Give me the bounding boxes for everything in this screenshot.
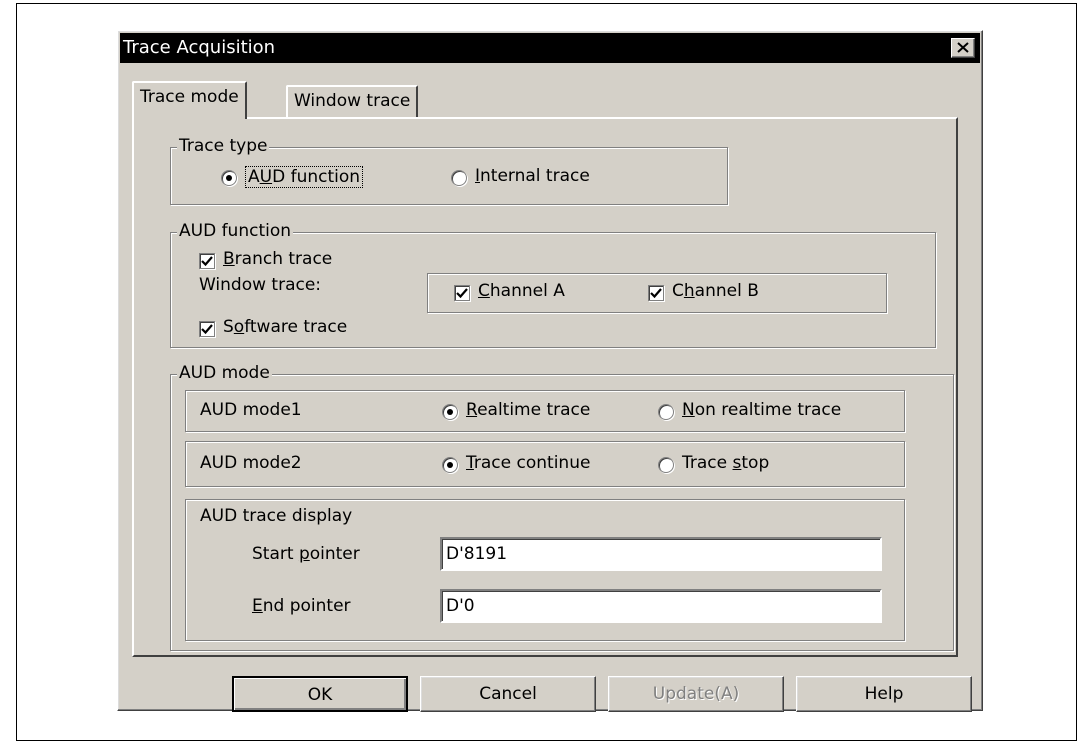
checkmark-icon	[456, 288, 468, 299]
end-pointer-input[interactable]: D'0	[440, 589, 882, 623]
non-realtime-trace-label[interactable]: Non realtime trace	[682, 400, 841, 420]
non-realtime-trace-radio[interactable]	[658, 404, 674, 420]
cancel-button[interactable]: Cancel	[420, 676, 596, 712]
checkmark-icon	[650, 288, 662, 299]
checkmark-icon	[201, 324, 213, 335]
aud-trace-display-group: AUD trace display Start pointer D'8191 E…	[185, 499, 905, 641]
realtime-trace-label[interactable]: Realtime trace	[466, 400, 590, 420]
ok-button-label: OK	[307, 685, 333, 705]
aud-mode2-group: AUD mode2 Trace continue Trace stop	[185, 441, 905, 487]
branch-trace-checkbox[interactable]	[199, 253, 215, 269]
realtime-trace-radio[interactable]	[442, 404, 458, 420]
ok-button[interactable]: OK	[232, 676, 408, 712]
update-button[interactable]: Update(A)	[608, 676, 784, 712]
tab-window-trace[interactable]: Window trace	[286, 85, 419, 117]
cancel-button-label: Cancel	[479, 684, 537, 704]
aud-mode1-group: AUD mode1 Realtime trace Non realtime tr…	[185, 390, 905, 432]
channel-group: Channel A Channel B	[427, 273, 887, 313]
aud-mode2-label: AUD mode2	[200, 453, 302, 473]
internal-trace-radio[interactable]	[451, 170, 467, 186]
close-button[interactable]	[951, 38, 975, 58]
aud-function-radio-label[interactable]: AUD function	[245, 166, 364, 188]
help-button[interactable]: Help	[796, 676, 972, 712]
channel-b-checkbox[interactable]	[648, 285, 664, 301]
trace-stop-radio[interactable]	[658, 457, 674, 473]
window-title: Trace Acquisition	[123, 37, 276, 58]
trace-type-group: Trace type AUD function Internal trace	[170, 136, 728, 205]
internal-trace-radio-label[interactable]: Internal trace	[475, 166, 590, 186]
aud-function-radio[interactable]	[221, 170, 237, 186]
start-pointer-input[interactable]: D'8191	[440, 537, 882, 571]
aud-mode-legend: AUD mode	[177, 363, 272, 383]
title-bar[interactable]: Trace Acquisition	[120, 33, 980, 63]
help-button-label: Help	[864, 684, 904, 704]
end-pointer-label: End pointer	[252, 596, 351, 616]
trace-type-legend: Trace type	[177, 136, 270, 156]
trace-stop-label[interactable]: Trace stop	[682, 453, 769, 473]
update-button-label: Update(A)	[652, 684, 740, 704]
trace-continue-label[interactable]: Trace continue	[466, 453, 590, 473]
checkmark-icon	[201, 256, 213, 267]
tab-label: Window trace	[294, 91, 411, 111]
channel-b-label[interactable]: Channel B	[672, 281, 759, 301]
trace-continue-radio[interactable]	[442, 457, 458, 473]
aud-function-legend: AUD function	[177, 221, 294, 241]
channel-a-label[interactable]: Channel A	[478, 281, 565, 301]
software-trace-label[interactable]: Software trace	[223, 317, 347, 337]
trace-acquisition-dialog: Trace Acquisition Trace mode Window trac…	[117, 30, 983, 712]
aud-mode1-label: AUD mode1	[200, 400, 302, 420]
tab-panel: Trace type AUD function Internal trace A…	[132, 117, 958, 657]
aud-trace-display-label: AUD trace display	[200, 506, 353, 526]
aud-mode-group: AUD mode AUD mode1 Realtime trace Non re…	[170, 363, 954, 651]
tab-trace-mode[interactable]: Trace mode	[132, 81, 247, 119]
tab-label: Trace mode	[140, 87, 239, 107]
branch-trace-label[interactable]: Branch trace	[223, 249, 332, 269]
aud-function-group: AUD function Branch trace Window trace: …	[170, 221, 936, 348]
close-icon	[957, 42, 969, 53]
start-pointer-label: Start pointer	[252, 544, 360, 564]
channel-a-checkbox[interactable]	[454, 285, 470, 301]
window-trace-label: Window trace:	[199, 275, 322, 295]
software-trace-checkbox[interactable]	[199, 321, 215, 337]
